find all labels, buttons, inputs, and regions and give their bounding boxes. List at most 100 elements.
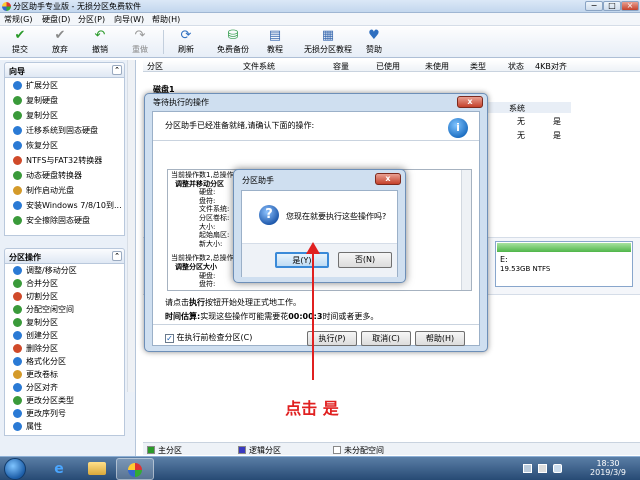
wizard-item-ssd-erase[interactable]: 安全擦除固态硬盘 <box>5 213 124 228</box>
wizard-item-boot-cd[interactable]: 制作启动光盘 <box>5 183 124 198</box>
refresh-button[interactable]: ⟳ 刷新 <box>166 29 206 57</box>
collapse-icon[interactable]: ⌃ <box>112 65 122 75</box>
folder-icon[interactable] <box>78 458 116 480</box>
column-filesystem[interactable]: 文件系统 <box>243 61 275 72</box>
partition-ops-list: 调整/移动分区 合并分区 切割分区 分配空闲空间 复制分区 创建分区 删除分区 … <box>4 264 125 436</box>
op-item-delete[interactable]: 删除分区 <box>5 342 124 355</box>
time-estimate: 时间估算:实现这些操作可能需要花00:00:3时间或者更多。 <box>165 311 378 322</box>
yes-button[interactable]: 是(Y) <box>275 252 329 268</box>
wizard-item-copy-disk[interactable]: 复制硬盘 <box>5 93 124 108</box>
help-button[interactable]: 帮助(H) <box>415 331 465 346</box>
wizard-item-install-windows[interactable]: 安装Windows 7/8/10到... <box>5 198 124 213</box>
legend-swatch <box>333 446 341 454</box>
menu-wizard[interactable]: 向导(W) <box>114 14 144 25</box>
time-value: 00:00:3 <box>288 312 323 321</box>
lossless-guide-button[interactable]: ▦ 无损分区教程 <box>300 29 356 57</box>
tray-keyboard-icon[interactable] <box>523 464 532 473</box>
column-type[interactable]: 类型 <box>470 61 486 72</box>
dialog-title: 等待执行的操作 <box>153 98 209 107</box>
merge-icon <box>13 279 22 288</box>
tray-clock[interactable]: 18:30 2019/3/9 <box>582 459 634 477</box>
wizard-item-label: 动态硬盘转换器 <box>26 171 82 180</box>
op-item-serial[interactable]: 更改序列号 <box>5 407 124 420</box>
redo-icon: ↷ <box>134 28 146 43</box>
op-item-label: 切割分区 <box>26 292 58 301</box>
wizard-item-dynamic-disk[interactable]: 动态硬盘转换器 <box>5 168 124 183</box>
confirm-dialog: 分区助手 x ? 您现在就要执行这些操作吗? 是(Y) 否(N) <box>233 169 406 283</box>
sponsor-button[interactable]: ♥ 赞助 <box>354 29 394 57</box>
maximize-button[interactable]: □ <box>603 1 621 11</box>
tray-network-icon[interactable] <box>538 464 547 473</box>
column-status[interactable]: 状态 <box>508 61 524 72</box>
op-item-resize[interactable]: 调整/移动分区 <box>5 264 124 277</box>
op-item-allocate[interactable]: 分配空闲空间 <box>5 303 124 316</box>
op-item-label: 合并分区 <box>26 279 58 288</box>
sponsor-label: 赞助 <box>366 45 382 54</box>
op-item-properties[interactable]: 属性 <box>5 420 124 433</box>
dialog-close-button[interactable]: x <box>457 96 483 108</box>
undo-button[interactable]: ↶ 撤销 <box>80 29 120 57</box>
redo-button[interactable]: ↷ 重做 <box>120 29 160 57</box>
commit-button[interactable]: ✔ 提交 <box>0 29 40 57</box>
op-item-format[interactable]: 格式化分区 <box>5 355 124 368</box>
partition-ops-header[interactable]: 分区操作 ⌃ <box>4 248 125 264</box>
op-item-align[interactable]: 分区对齐 <box>5 381 124 394</box>
op-item-merge[interactable]: 合并分区 <box>5 277 124 290</box>
confirm-question: 您现在就要执行这些操作吗? <box>286 212 387 221</box>
menu-general[interactable]: 常规(G) <box>4 14 32 25</box>
copy-disk-icon <box>13 96 22 105</box>
wizard-item-ntfs-fat32[interactable]: NTFS与FAT32转换器 <box>5 153 124 168</box>
menu-partition[interactable]: 分区(P) <box>78 14 105 25</box>
op-item-copy[interactable]: 复制分区 <box>5 316 124 329</box>
menu-disk[interactable]: 硬盘(D) <box>42 14 70 25</box>
menu-help[interactable]: 帮助(H) <box>152 14 180 25</box>
wizard-item-copy-partition[interactable]: 复制分区 <box>5 108 124 123</box>
clock-date: 2019/3/9 <box>590 468 626 477</box>
no-button[interactable]: 否(N) <box>338 252 392 268</box>
copy-icon <box>13 318 22 327</box>
op-item-change-type[interactable]: 更改分区类型 <box>5 394 124 407</box>
ie-icon[interactable]: e <box>40 458 78 480</box>
confirm-close-button[interactable]: x <box>375 173 401 185</box>
confirm-body: ? 您现在就要执行这些操作吗? 是(Y) 否(N) <box>241 190 398 277</box>
discard-button[interactable]: ✔ 放弃 <box>40 29 80 57</box>
sidebar-scrollbar[interactable] <box>127 60 135 392</box>
discard-icon: ✔ <box>54 28 66 43</box>
wizard-item-recover[interactable]: 恢复分区 <box>5 138 124 153</box>
wizard-section-header[interactable]: 向导 ⌃ <box>4 62 125 78</box>
execute-button[interactable]: 执行(P) <box>307 331 357 346</box>
recover-icon <box>13 141 22 150</box>
column-4k-align[interactable]: 4KB对齐 <box>535 61 567 72</box>
tutorial-button[interactable]: ▤ 教程 <box>255 29 295 57</box>
close-button[interactable]: × <box>621 1 639 11</box>
migrate-icon <box>13 126 22 135</box>
checkbox-checked-icon[interactable]: ✓ <box>165 334 174 343</box>
op-item-label: 属性 <box>26 422 42 431</box>
tray-volume-icon[interactable] <box>553 464 562 473</box>
free-backup-button[interactable]: ⛁ 免费备份 <box>210 29 256 57</box>
op-item-label-change[interactable]: 更改卷标 <box>5 368 124 381</box>
partition-card-e[interactable]: E: 19.53GB NTFS <box>495 241 633 287</box>
dynamic-disk-icon <box>13 171 22 180</box>
cancel-button[interactable]: 取消(C) <box>361 331 411 346</box>
column-partition[interactable]: 分区 <box>147 61 163 72</box>
hint-bold: 执行 <box>189 298 205 307</box>
wizard-list: 扩展分区 复制硬盘 复制分区 迁移系统到固态硬盘 恢复分区 NTFS与FAT32… <box>4 78 125 236</box>
wizard-item-migrate-os[interactable]: 迁移系统到固态硬盘 <box>5 123 124 138</box>
check-partition-option[interactable]: ✓ 在执行前检查分区(C) <box>165 332 252 343</box>
op-item-label: 复制分区 <box>26 318 58 327</box>
partition-assistant-task-icon[interactable] <box>116 458 154 480</box>
column-used[interactable]: 已使用 <box>376 61 400 72</box>
redo-label: 重做 <box>132 45 148 54</box>
wizard-item-label: 扩展分区 <box>26 81 58 90</box>
wizard-item-extend[interactable]: 扩展分区 <box>5 78 124 93</box>
minimize-button[interactable]: − <box>585 1 603 11</box>
collapse-icon[interactable]: ⌃ <box>112 251 122 261</box>
op-item-split[interactable]: 切割分区 <box>5 290 124 303</box>
column-capacity[interactable]: 容量 <box>333 61 349 72</box>
column-unused[interactable]: 未使用 <box>425 61 449 72</box>
op-item-create[interactable]: 创建分区 <box>5 329 124 342</box>
guide-icon: ▦ <box>321 28 335 43</box>
operations-scrollbar[interactable] <box>461 170 471 290</box>
windows-start-icon[interactable] <box>4 458 26 480</box>
